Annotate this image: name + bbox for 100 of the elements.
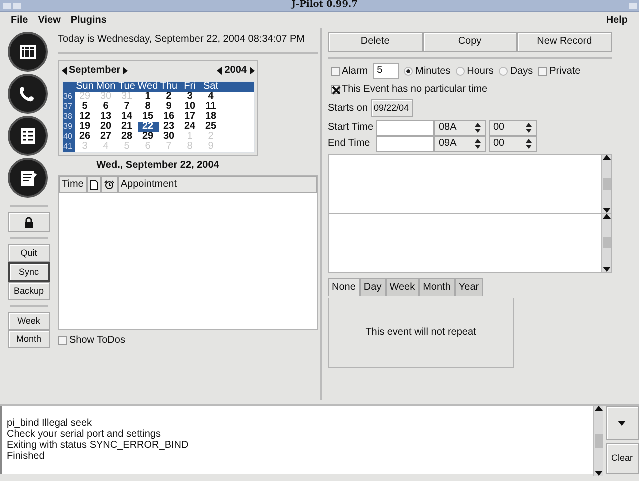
date-button[interactable]: 09/22/04	[370, 99, 413, 117]
scroll-up-icon[interactable]	[602, 155, 610, 160]
calendar-day[interactable]: 1	[138, 92, 158, 102]
checkbox[interactable]	[330, 84, 340, 94]
scroll-down-icon[interactable]	[594, 471, 602, 476]
calendar-day[interactable]: 22	[138, 122, 158, 132]
calendar-day[interactable]: 6	[96, 102, 116, 112]
calendar-day[interactable]: 9	[158, 102, 180, 112]
radio-button[interactable]	[404, 66, 414, 76]
weekday-label: Tue	[118, 82, 136, 92]
toolbar-button[interactable]: Copy	[422, 32, 518, 52]
clear-button[interactable]: Clear	[606, 442, 639, 474]
minute-value: 00	[494, 136, 505, 150]
calendar-day[interactable]: 12	[74, 112, 96, 122]
minute-spinner[interactable]: 00	[488, 120, 536, 136]
toolbar-button[interactable]: New Record	[517, 32, 612, 52]
calendar-day[interactable]: 8	[138, 102, 158, 112]
calendar-day[interactable]: 18	[200, 112, 222, 122]
spin-arrows-icon[interactable]	[475, 138, 481, 148]
toolbar-button[interactable]: Delete	[328, 32, 423, 52]
calendar-day[interactable]: 5	[74, 102, 96, 112]
repeat-tab[interactable]: Week	[386, 278, 420, 296]
scroll-down-icon[interactable]	[602, 266, 610, 272]
calendar-day[interactable]: 27	[96, 132, 116, 142]
side-button[interactable]: Month	[8, 330, 50, 348]
scrollbar[interactable]	[601, 214, 611, 272]
minute-spinner[interactable]: 00	[488, 136, 536, 152]
radio-label: Minutes	[416, 64, 451, 78]
log-line: Finished	[7, 451, 46, 462]
hour-spinner[interactable]: 09A	[434, 136, 486, 152]
radio-button[interactable]	[456, 66, 465, 76]
calendar-day[interactable]: 17	[180, 112, 200, 122]
datebook-icon[interactable]	[8, 32, 48, 72]
menu-item[interactable]: Help	[601, 12, 633, 28]
next-year-icon[interactable]	[250, 66, 254, 74]
calendar-day[interactable]: 20	[96, 122, 116, 132]
week-number: 41	[62, 142, 74, 152]
repeat-tab[interactable]: Month	[419, 278, 455, 296]
calendar-day[interactable]: 23	[158, 122, 180, 132]
radio-button[interactable]	[498, 66, 508, 76]
memo-icon[interactable]	[8, 158, 48, 198]
calendar-day[interactable]: 13	[96, 112, 116, 122]
side-button[interactable]: Backup	[8, 282, 50, 300]
side-button[interactable]: Quit	[8, 244, 50, 262]
checkbox[interactable]	[58, 336, 67, 344]
calendar-day[interactable]: 29	[138, 132, 158, 142]
calendar-day[interactable]: 4	[200, 92, 222, 102]
time-field[interactable]	[376, 136, 434, 152]
calendar-day[interactable]: 3	[180, 92, 200, 102]
calendar-day[interactable]: 30	[158, 132, 180, 142]
lock-button[interactable]	[8, 212, 50, 232]
previous-year-icon[interactable]	[217, 66, 222, 74]
calendar-day[interactable]: 16	[158, 112, 180, 122]
minute-value: 00	[494, 120, 505, 134]
menu-item[interactable]: View	[33, 12, 66, 28]
calendar-day[interactable]: 28	[116, 132, 138, 142]
calendar-day[interactable]: 19	[74, 122, 96, 132]
checkbox[interactable]	[330, 66, 340, 76]
checkbox[interactable]	[538, 66, 548, 76]
scroll-up-icon[interactable]	[594, 406, 602, 411]
hour-value: 09A	[439, 136, 457, 150]
calendar-day[interactable]: 24	[180, 122, 200, 132]
scrollbar-thumb[interactable]	[594, 434, 602, 448]
phone-icon[interactable]	[8, 74, 48, 114]
hour-spinner[interactable]: 08A	[434, 120, 486, 136]
alarm-value-field[interactable]: 5	[373, 63, 400, 79]
column-header[interactable]	[86, 176, 101, 193]
scrollbar-thumb[interactable]	[602, 236, 610, 248]
calendar-day[interactable]: 2	[158, 92, 180, 102]
scrollbar[interactable]	[593, 406, 603, 476]
radio-label: Hours	[467, 64, 494, 78]
spin-arrows-icon[interactable]	[526, 138, 532, 148]
next-month-icon[interactable]	[123, 66, 128, 74]
menu-item[interactable]: File	[6, 12, 34, 28]
scrollbar[interactable]	[601, 155, 611, 213]
repeat-tab[interactable]: Year	[454, 278, 484, 296]
column-header[interactable]	[100, 176, 118, 193]
calendar-day[interactable]: 15	[138, 112, 158, 122]
calendar-day[interactable]: 25	[200, 122, 222, 132]
checklist-icon[interactable]	[8, 116, 48, 156]
calendar-day[interactable]: 21	[116, 122, 138, 132]
column-header[interactable]: Appointment	[118, 176, 317, 193]
repeat-tab[interactable]: None	[328, 278, 360, 296]
column-header[interactable]: Time	[59, 176, 87, 193]
calendar-day[interactable]: 11	[200, 102, 222, 112]
today-label: Today is Wednesday, September 22, 2004 08:34:07 PM	[58, 33, 306, 47]
side-button[interactable]: Sync	[8, 262, 50, 282]
log-line: pi_bind Illegal seek	[7, 418, 94, 429]
menu-item[interactable]: Plugins	[66, 12, 112, 28]
calendar-day[interactable]: 7	[116, 102, 138, 112]
scrollbar-thumb[interactable]	[602, 178, 610, 190]
calendar-day[interactable]: 14	[116, 112, 138, 122]
time-field[interactable]	[376, 120, 434, 136]
calendar-day[interactable]: 10	[180, 102, 200, 112]
calendar-day[interactable]: 26	[74, 132, 96, 142]
spin-arrows-icon[interactable]	[526, 122, 532, 132]
previous-month-icon[interactable]	[62, 66, 66, 74]
side-button[interactable]: Week	[8, 312, 50, 330]
repeat-tab[interactable]: Day	[360, 278, 386, 296]
spin-arrows-icon[interactable]	[475, 122, 481, 132]
